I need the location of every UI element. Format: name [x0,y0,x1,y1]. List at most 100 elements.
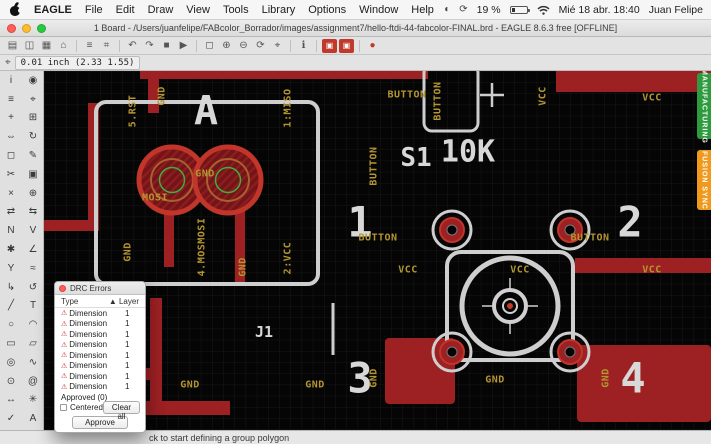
checkbox-icon[interactable] [60,404,67,411]
centered-checkbox[interactable]: Centered [60,403,103,412]
tool-optimize[interactable]: ≈ [22,259,44,278]
menu-window[interactable]: Window [359,4,398,16]
time-machine-icon[interactable]: ⟳ [459,4,467,15]
tool-copy[interactable]: ⊞ [22,109,44,128]
drc-table-header[interactable]: Type ▲ Layer [55,295,145,308]
clear-all-button[interactable]: Clear all [102,401,140,421]
minimize-button[interactable] [22,24,31,33]
menu-draw[interactable]: Draw [148,4,174,16]
print-button[interactable]: ▦ [39,39,54,53]
tool-wire[interactable]: ╱ [0,297,22,316]
drc-error-row[interactable]: ⚠ Dimension 1 [55,350,145,361]
zoom-redraw-button[interactable]: ⟳ [253,39,268,53]
tool-rect[interactable]: ▭ [0,334,22,353]
drc-errors-dialog[interactable]: DRC Errors Type ▲ Layer ⚠ Dimension 1 ⚠ Dim… [54,281,146,433]
drc-button[interactable]: ▣ [322,38,337,53]
display-status-icon[interactable]: ◐ [444,4,450,15]
drc-error-row[interactable]: ⚠ Dimension 1 [55,361,145,372]
tool-attribute[interactable]: @ [22,372,44,391]
tool-hole[interactable]: ⊙ [0,372,22,391]
tool-dimension[interactable]: ↔ [0,391,22,410]
tool-via[interactable]: ◎ [0,353,22,372]
menu-file[interactable]: File [85,4,103,16]
tool-mark[interactable]: ⌖ [22,90,44,109]
battery-icon[interactable] [509,5,530,14]
tool-replace[interactable]: ⇆ [22,203,44,222]
drc-error-row[interactable]: ⚠ Dimension 1 [55,329,145,340]
tool-ripup[interactable]: ↺ [22,278,44,297]
open-button[interactable]: ▤ [5,39,20,53]
grid-button[interactable]: ⌗ [99,39,114,53]
tool-text[interactable]: T [22,297,44,316]
tool-route[interactable]: ↳ [0,278,22,297]
tool-mirror[interactable]: ⇔ [0,127,22,146]
tool-add[interactable]: ⊕ [22,184,44,203]
drc-error-row[interactable]: ⚠ Dimension 1 [55,340,145,351]
drc-error-row[interactable]: ⚠ Dimension 1 [55,319,145,330]
drc-col-type[interactable]: Type [61,297,78,306]
tool-delete[interactable]: × [0,184,22,203]
zoom-select-button[interactable]: ⌖ [270,39,285,53]
tool-move[interactable]: + [0,109,22,128]
tool-pinswap[interactable]: ⇄ [0,203,22,222]
tool-ratsnest[interactable]: ✳ [22,391,44,410]
menu-options[interactable]: Options [308,4,346,16]
tool-value[interactable]: V [22,221,44,240]
layer-settings-button[interactable]: ≡ [82,39,97,53]
tool-info[interactable]: i [0,71,22,90]
tool-name[interactable]: N [0,221,22,240]
menu-library[interactable]: Library [262,4,296,16]
menu-user[interactable]: Juan Felipe [649,4,703,16]
cam-processor-button[interactable]: ⌂ [56,39,71,53]
tool-errors[interactable]: ✓ [0,409,22,428]
menu-help[interactable]: Help [411,4,434,16]
tool-polygon[interactable]: ▱ [22,334,44,353]
window-title: 1 Board - /Users/juanfelipe/FABcolor_Bor… [93,23,618,33]
tool-split[interactable]: Y [0,259,22,278]
zoom-out-button[interactable]: ⊖ [236,39,251,53]
drc-col-layer[interactable]: ▲ Layer [109,297,139,306]
menu-edit[interactable]: Edit [116,4,135,16]
wifi-icon[interactable] [537,5,550,15]
menu-app[interactable]: EAGLE [34,4,72,16]
zoom-in-button[interactable]: ⊕ [219,39,234,53]
menu-tools[interactable]: Tools [223,4,249,16]
drc-dialog-titlebar[interactable]: DRC Errors [55,282,145,295]
tool-circle[interactable]: ○ [0,315,22,334]
zoom-fit-button[interactable]: ◻ [202,39,217,53]
tool-display[interactable]: ≡ [0,90,22,109]
close-button[interactable] [7,24,16,33]
tool-autoroute[interactable]: A [22,409,44,428]
tool-signal[interactable]: ∿ [22,353,44,372]
window-title-bar[interactable]: 1 Board - /Users/juanfelipe/FABcolor_Bor… [0,20,711,37]
info-button[interactable]: ℹ [296,39,311,53]
drc-close-button[interactable] [59,284,66,292]
apple-menu-icon[interactable] [10,1,23,16]
mark-icon[interactable]: ⌖ [5,57,11,68]
tool-change[interactable]: ✎ [22,146,44,165]
menu-clock[interactable]: Mié 18 abr. 18:40 [559,4,640,16]
tool-arc[interactable]: ◠ [22,315,44,334]
stop-button[interactable]: ■ [159,39,174,53]
tool-show[interactable]: ◉ [22,71,44,90]
record-button[interactable]: ● [365,39,380,53]
tool-smash[interactable]: ✱ [0,240,22,259]
go-button[interactable]: ▶ [176,39,191,53]
zoom-button[interactable] [37,24,46,33]
fusion-sync-tab[interactable]: FUSION SYNC [697,150,711,210]
tool-group[interactable]: ◻ [0,146,22,165]
tool-cut[interactable]: ✂ [0,165,22,184]
drc-error-list[interactable]: ⚠ Dimension 1 ⚠ Dimension 1 ⚠ Dimension 1 ⚠ Dim… [55,308,145,402]
tool-rotate[interactable]: ↻ [22,127,44,146]
drc-error-row[interactable]: ⚠ Dimension 1 [55,371,145,382]
drc-error-row[interactable]: ⚠ Dimension 1 [55,308,145,319]
menu-view[interactable]: View [186,4,210,16]
save-button[interactable]: ◫ [22,39,37,53]
manufacturing-tab[interactable]: MANUFACTURING [697,69,711,143]
errors-button[interactable]: ▣ [339,38,354,53]
undo-button[interactable]: ↶ [125,39,140,53]
tool-paste[interactable]: ▣ [22,165,44,184]
tool-miter[interactable]: ∠ [22,240,44,259]
drc-error-row[interactable]: ⚠ Dimension 1 [55,382,145,393]
redo-button[interactable]: ↷ [142,39,157,53]
